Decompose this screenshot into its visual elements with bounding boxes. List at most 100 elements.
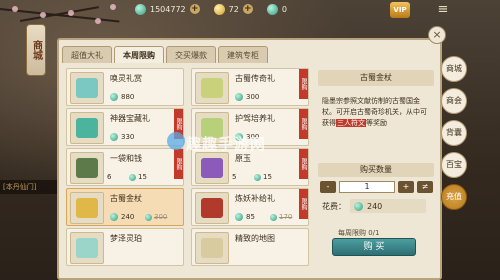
amber-icon bbox=[76, 238, 98, 258]
item-old-price: 170 bbox=[270, 213, 292, 221]
golden-scepter-icon bbox=[76, 198, 98, 218]
item-thumbnail bbox=[70, 232, 104, 264]
item-name: 古蜀传奇礼 bbox=[235, 74, 275, 83]
blossom bbox=[40, 12, 46, 18]
jade-icon bbox=[254, 173, 261, 181]
item-card[interactable]: 精致的地图 bbox=[191, 228, 309, 266]
jade-currency: 1504772 + bbox=[135, 3, 200, 15]
item-thumbnail bbox=[195, 192, 229, 224]
max-button[interactable]: ≠ bbox=[417, 181, 433, 193]
item-old-price: 300 bbox=[145, 213, 167, 221]
limited-ribbon: 限购 bbox=[299, 149, 308, 179]
jade-icon bbox=[354, 201, 363, 211]
item-card[interactable]: 一袋和钱 6 15 限购 bbox=[66, 148, 184, 186]
jade-icon bbox=[235, 93, 243, 101]
blossom bbox=[110, 4, 116, 10]
item-card[interactable]: 梦泽灵珀 bbox=[66, 228, 184, 266]
item-thumbnail bbox=[70, 112, 104, 144]
category-guild[interactable]: 商会 bbox=[441, 88, 467, 114]
token-currency: 0 bbox=[266, 3, 287, 15]
item-stock: 6 bbox=[107, 173, 112, 181]
category-treasure[interactable]: 百宝 bbox=[441, 152, 467, 178]
cost-row: 花费： 240 bbox=[322, 199, 426, 213]
item-name: 一袋和钱 bbox=[110, 154, 142, 163]
tab-hot-items[interactable]: 交买爆款 bbox=[166, 46, 216, 63]
item-thumbnail bbox=[195, 72, 229, 104]
category-bag[interactable]: 背囊 bbox=[441, 120, 467, 146]
item-thumbnail bbox=[70, 152, 104, 184]
jade-icon bbox=[110, 93, 118, 101]
menu-icon[interactable]: ≡ bbox=[432, 2, 454, 18]
item-card-selected[interactable]: 古蜀金杖 240 300 bbox=[66, 188, 184, 226]
jade-icon bbox=[110, 133, 118, 141]
item-name: 护驾培养礼 bbox=[235, 114, 275, 123]
weekly-limit: 每周限购 0/1 bbox=[338, 229, 380, 237]
gift-icon bbox=[76, 118, 98, 138]
item-thumbnail bbox=[70, 72, 104, 104]
gift-icon bbox=[76, 78, 98, 98]
tab-value-gifts[interactable]: 超值大礼 bbox=[62, 46, 112, 63]
item-card[interactable]: 唤灵礼赏 880 bbox=[66, 68, 184, 106]
jade-amount: 1504772 bbox=[150, 4, 186, 14]
jade-stone-icon bbox=[201, 158, 223, 178]
shop-tabs: 超值大礼 本周限购 交买爆款 建筑专柜 bbox=[62, 46, 268, 63]
item-price: 15 bbox=[129, 173, 147, 181]
tab-building-counter[interactable]: 建筑专柜 bbox=[218, 46, 268, 63]
blossom bbox=[95, 18, 101, 24]
quantity-stepper: - 1 + ≠ bbox=[320, 181, 433, 193]
chest-icon bbox=[201, 198, 223, 218]
item-name: 梦泽灵珀 bbox=[110, 234, 142, 243]
blossom bbox=[68, 10, 74, 16]
decrease-button[interactable]: - bbox=[320, 181, 336, 193]
jade-icon bbox=[145, 213, 152, 221]
close-button[interactable]: × bbox=[428, 26, 446, 44]
item-price: 330 bbox=[110, 133, 134, 141]
detail-title: 古蜀金杖 bbox=[318, 70, 434, 86]
item-price: 85 bbox=[235, 213, 255, 221]
item-card[interactable]: 古蜀传奇礼 300 限购 bbox=[191, 68, 309, 106]
item-name: 唤灵礼赏 bbox=[110, 74, 142, 83]
category-shop[interactable]: 商城 bbox=[441, 56, 467, 82]
map-icon bbox=[201, 238, 223, 258]
item-price: 300 bbox=[235, 93, 259, 101]
item-name: 古蜀金杖 bbox=[110, 194, 142, 203]
quantity-title: 购买数量 bbox=[318, 163, 434, 177]
gift-icon bbox=[201, 78, 223, 98]
item-name: 原玉 bbox=[235, 154, 251, 163]
gold-currency: 72 + bbox=[213, 3, 253, 15]
item-grid: 唤灵礼赏 880 古蜀传奇礼 300 限购 神器宝藏礼 330 限购 护驾培养礼… bbox=[66, 66, 310, 280]
vip-badge[interactable]: VIP bbox=[390, 2, 410, 18]
category-recharge[interactable]: 充值 bbox=[441, 184, 467, 210]
add-gold-button[interactable]: + bbox=[242, 4, 253, 14]
cost-box: 240 bbox=[350, 199, 426, 213]
limited-ribbon: 限购 bbox=[299, 189, 308, 219]
gold-amount: 72 bbox=[228, 4, 239, 14]
limited-ribbon: 限购 bbox=[174, 149, 183, 179]
item-name: 神器宝藏礼 bbox=[110, 114, 150, 123]
item-card[interactable]: 炼妖补给礼 85 170 限购 bbox=[191, 188, 309, 226]
blossom bbox=[12, 6, 18, 12]
limited-ribbon: 限购 bbox=[299, 69, 308, 99]
tab-weekly-limited[interactable]: 本周限购 bbox=[114, 46, 164, 63]
limited-ribbon: 限购 bbox=[299, 109, 308, 139]
quantity-field[interactable]: 1 bbox=[339, 181, 395, 193]
jade-icon bbox=[135, 3, 146, 15]
token-icon bbox=[266, 3, 278, 15]
jade-icon bbox=[235, 213, 243, 221]
item-price: 240 bbox=[110, 213, 134, 221]
item-detail-pane: 古蜀金杖 隐墨宗参照文献仿制的古蜀国金杖。可开启古蜀奇珍机关，从中可获得三人符文… bbox=[312, 66, 439, 280]
jade-icon bbox=[270, 213, 277, 221]
item-thumbnail bbox=[195, 152, 229, 184]
increase-button[interactable]: + bbox=[398, 181, 414, 193]
item-name: 炼妖补给礼 bbox=[235, 194, 275, 203]
item-price: 880 bbox=[110, 93, 134, 101]
shop-badge[interactable]: 商城 bbox=[26, 24, 46, 76]
cost-label: 花费： bbox=[322, 201, 346, 211]
add-jade-button[interactable]: + bbox=[189, 4, 200, 14]
buy-button[interactable]: 购 买 bbox=[332, 238, 416, 256]
watermark: 趣趣手游网 bbox=[186, 135, 267, 153]
money-bag-icon bbox=[76, 158, 98, 178]
currency-bar: 1504772 + 72 + 0 bbox=[135, 0, 287, 18]
item-price: 15 bbox=[254, 173, 272, 181]
jade-icon bbox=[129, 173, 136, 181]
